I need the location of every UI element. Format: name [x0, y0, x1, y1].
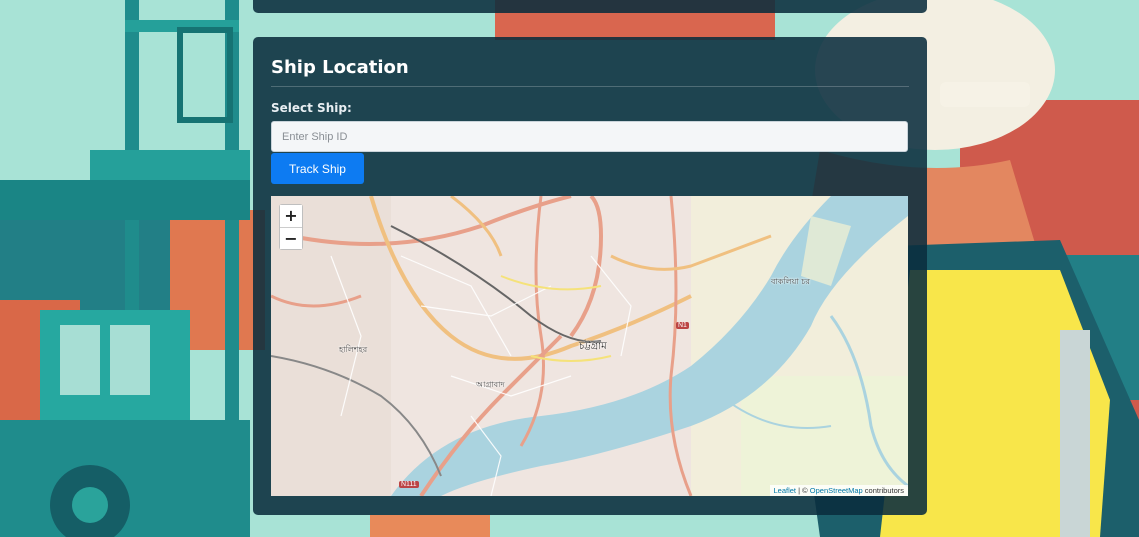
ship-location-panel: Ship Location Select Ship: Track Ship	[253, 37, 927, 515]
leaflet-link[interactable]: Leaflet	[774, 486, 797, 495]
map-view[interactable]: + − চট্টগ্রাম হালিশহর আগ্রাবাদ বাকলিয়া …	[271, 196, 908, 496]
track-ship-button[interactable]: Track Ship	[271, 153, 364, 184]
attribution-separator: | ©	[796, 486, 810, 495]
road-shield-n111: N111	[399, 481, 419, 488]
map-label-chattogram: চট্টগ্রাম	[579, 341, 607, 352]
previous-panel	[253, 0, 927, 13]
zoom-in-button[interactable]: +	[280, 205, 302, 227]
panel-title: Ship Location	[271, 57, 409, 78]
road-shield-n1: N1	[676, 322, 689, 329]
zoom-out-button[interactable]: −	[280, 227, 302, 249]
map-label-agrabad: আগ্রাবাদ	[476, 380, 505, 389]
zoom-control: + −	[279, 204, 303, 250]
title-divider	[271, 86, 909, 87]
openstreetmap-link[interactable]: OpenStreetMap	[810, 486, 863, 495]
map-label-bakalia: বাকলিয়া চর	[771, 277, 810, 286]
map-attribution: Leaflet | © OpenStreetMap contributors	[769, 485, 908, 496]
map-label-halishahar: হালিশহর	[339, 345, 368, 354]
select-ship-label: Select Ship:	[271, 101, 352, 115]
forklift-illustration	[0, 0, 250, 537]
ship-id-input[interactable]	[271, 121, 908, 152]
attribution-suffix: contributors	[862, 486, 904, 495]
